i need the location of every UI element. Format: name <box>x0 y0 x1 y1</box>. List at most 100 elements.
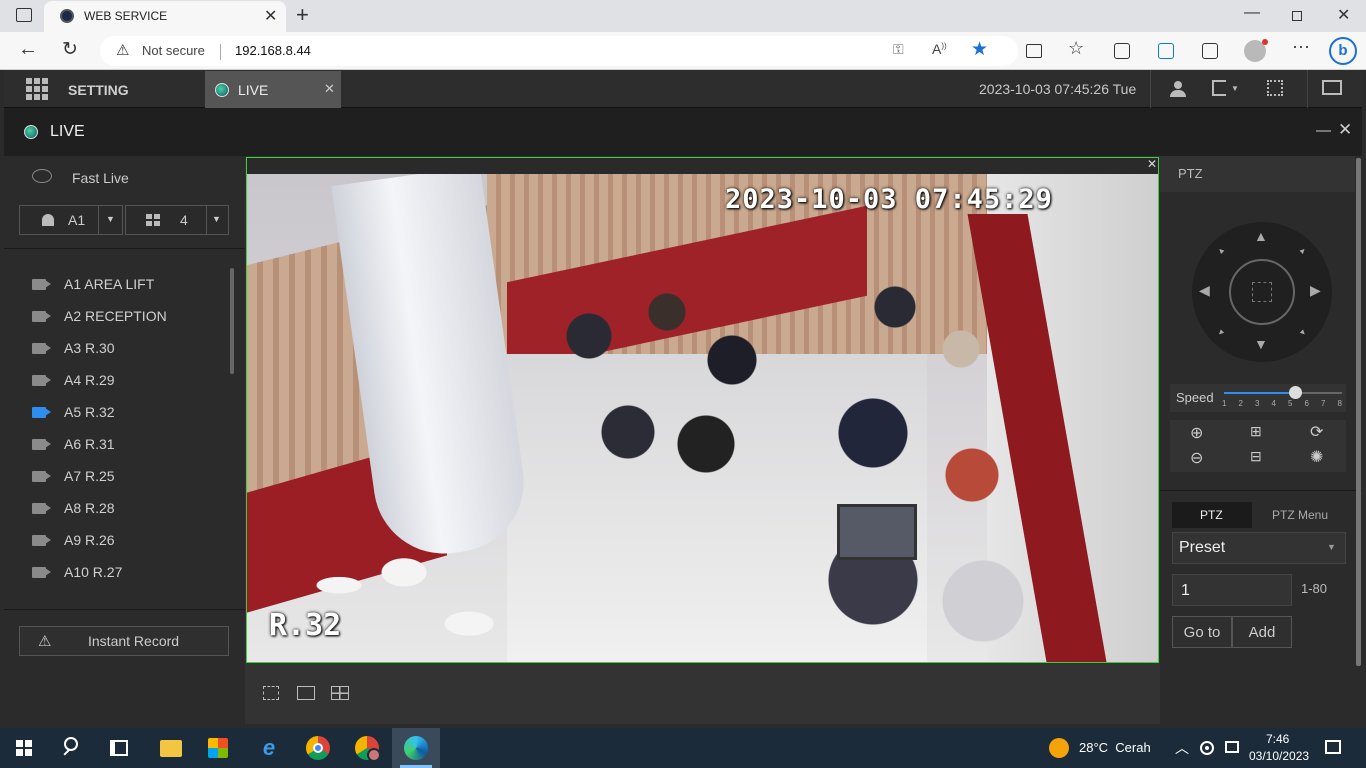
browser-essentials-icon[interactable] <box>1202 43 1218 59</box>
live-tab-close-icon[interactable]: ✕ <box>324 81 335 97</box>
microsoft-store-icon[interactable] <box>208 738 228 758</box>
ptz-downleft-icon[interactable]: ▼ <box>1215 327 1227 339</box>
restore-window-icon[interactable] <box>1292 11 1302 21</box>
logout-dropdown-icon[interactable]: ▼ <box>1231 84 1239 93</box>
preset-select[interactable]: Preset ▼ <box>1172 532 1346 564</box>
read-aloud-icon[interactable]: A)) <box>932 41 947 57</box>
chrome-icon[interactable] <box>306 736 330 760</box>
user-icon[interactable] <box>1170 81 1186 97</box>
more-options-icon[interactable]: ··· <box>1292 36 1310 57</box>
fit-window-icon[interactable] <box>263 686 279 700</box>
focus-near-icon[interactable]: ⊞ <box>1250 423 1262 440</box>
ptz-up-icon[interactable]: ▲ <box>1254 228 1268 244</box>
preset-number-input[interactable]: 1 <box>1172 574 1292 606</box>
video-close-icon[interactable]: ✕ <box>1147 157 1157 171</box>
tray-chevron-icon[interactable]: ︿ <box>1175 738 1189 758</box>
camera-item[interactable]: A2 RECEPTION <box>32 304 167 328</box>
logout-icon[interactable] <box>1212 80 1226 96</box>
collections-icon[interactable] <box>1114 43 1130 59</box>
camera-item[interactable]: A3 R.30 <box>32 336 115 360</box>
key-icon[interactable]: ⚿ <box>893 41 904 58</box>
speed-track[interactable] <box>1224 386 1342 399</box>
preset-dropdown-icon[interactable]: ▼ <box>1327 542 1336 552</box>
camera-item[interactable]: A6 R.31 <box>32 432 115 456</box>
camera-feed[interactable]: 2023-10-03 07:45:29 R.32 <box>247 174 1158 662</box>
favorite-star-icon[interactable]: ★ <box>971 38 988 61</box>
camera-item[interactable]: A9 R.26 <box>32 528 115 552</box>
location-icon[interactable] <box>1200 741 1214 755</box>
video-window[interactable]: ✕ 2023-10-03 07:45:29 R.32 <box>246 157 1159 663</box>
edge-taskbar-active[interactable] <box>392 728 440 768</box>
ptz-zoom-area-icon[interactable] <box>1252 282 1272 302</box>
camera-list-scrollbar[interactable] <box>230 268 234 374</box>
refresh-icon[interactable]: ↻ <box>62 38 78 61</box>
ptz-right-icon[interactable]: ▶ <box>1310 282 1321 299</box>
address-bar[interactable]: ⚠ Not secure 192.168.8.44 ⚿ A)) ★ <box>100 36 1018 66</box>
ptz-downright-icon[interactable]: ▼ <box>1297 327 1309 339</box>
ptz-upleft-icon[interactable]: ▲ <box>1215 245 1227 257</box>
close-window-icon[interactable]: ✕ <box>1337 5 1350 25</box>
goto-button[interactable]: Go to <box>1172 616 1232 648</box>
back-icon[interactable]: ← <box>18 38 38 61</box>
tab-ptz[interactable]: PTZ <box>1172 502 1252 528</box>
panel-close-icon[interactable]: ✕ <box>1338 120 1352 140</box>
zoom-in-icon[interactable]: ⊕ <box>1190 423 1203 443</box>
tab-ptz-menu[interactable]: PTZ Menu <box>1256 502 1346 528</box>
ptz-scrollbar[interactable] <box>1356 158 1361 666</box>
live-tab[interactable]: LIVE ✕ <box>205 71 341 108</box>
menu-grid-icon[interactable] <box>26 78 48 100</box>
ptz-upright-icon[interactable]: ▲ <box>1297 245 1309 257</box>
new-tab-icon[interactable]: + <box>296 2 309 28</box>
security-label[interactable]: Not secure <box>142 43 205 58</box>
camera-item[interactable]: A7 R.25 <box>32 464 115 488</box>
camera-item[interactable]: A1 AREA LIFT <box>32 272 154 296</box>
clock-time[interactable]: 7:46 <box>1266 732 1289 746</box>
quad-view-icon[interactable] <box>331 686 349 700</box>
tab-close-icon[interactable]: ✕ <box>264 6 277 26</box>
clock-date[interactable]: 03/10/2023 <box>1249 749 1309 763</box>
ptz-left-icon[interactable]: ◀ <box>1199 282 1210 299</box>
minimize-window-icon[interactable]: — <box>1244 4 1260 22</box>
camera-item[interactable]: A4 R.29 <box>32 368 115 392</box>
split-select[interactable]: 4 ▼ <box>125 205 229 235</box>
bing-copilot-icon[interactable]: b <box>1329 37 1357 65</box>
url-text[interactable]: 192.168.8.44 <box>235 43 311 58</box>
camera-item[interactable]: A10 R.27 <box>32 560 122 584</box>
add-button[interactable]: Add <box>1232 616 1292 648</box>
task-view-icon[interactable] <box>110 740 128 756</box>
fullscreen-display-icon[interactable] <box>1322 80 1342 95</box>
ptz-joystick[interactable]: ▲ ▼ ◀ ▶ ▲ ▲ ▼ ▼ <box>1192 222 1332 362</box>
channel-select[interactable]: A1 ▼ <box>19 205 123 235</box>
panel-minimize-icon[interactable]: — <box>1316 122 1331 139</box>
camera-item[interactable]: A5 R.32 <box>32 400 115 424</box>
network-icon[interactable] <box>1225 741 1239 753</box>
focus-far-icon[interactable]: ⊟ <box>1250 448 1262 465</box>
windows-start-icon[interactable] <box>16 740 32 756</box>
tab-actions-icon[interactable] <box>16 8 32 22</box>
ptz-center-ring[interactable] <box>1229 259 1295 325</box>
instant-record-button[interactable]: ⚠ Instant Record <box>19 626 229 656</box>
favorites-icon[interactable]: ☆ <box>1068 38 1084 59</box>
edge-extension-icon[interactable] <box>1158 43 1174 59</box>
single-view-icon[interactable] <box>297 686 315 700</box>
fast-live-label[interactable]: Fast Live <box>72 170 129 186</box>
iris-open-icon[interactable]: ⟳ <box>1310 422 1323 442</box>
file-explorer-icon[interactable] <box>160 740 182 757</box>
iris-close-icon[interactable]: ✺ <box>1310 447 1323 467</box>
qr-code-icon[interactable] <box>1267 80 1283 96</box>
internet-explorer-icon[interactable]: e <box>257 736 281 760</box>
speed-thumb[interactable] <box>1289 386 1303 399</box>
weather-text[interactable]: 28°C Cerah <box>1079 740 1151 755</box>
split-screen-icon[interactable] <box>1026 44 1042 58</box>
notification-icon[interactable] <box>1325 740 1341 754</box>
camera-item[interactable]: A8 R.28 <box>32 496 115 520</box>
ptz-down-icon[interactable]: ▼ <box>1254 336 1268 352</box>
search-icon[interactable] <box>62 736 86 760</box>
browser-tab[interactable]: WEB SERVICE ✕ <box>44 1 286 32</box>
setting-label[interactable]: SETTING <box>68 82 129 98</box>
chrome-profile-icon[interactable] <box>355 736 381 762</box>
channel-dropdown-icon[interactable]: ▼ <box>106 214 115 224</box>
zoom-out-icon[interactable]: ⊖ <box>1190 448 1203 468</box>
split-dropdown-icon[interactable]: ▼ <box>212 214 221 224</box>
weather-sun-icon[interactable] <box>1049 738 1069 758</box>
